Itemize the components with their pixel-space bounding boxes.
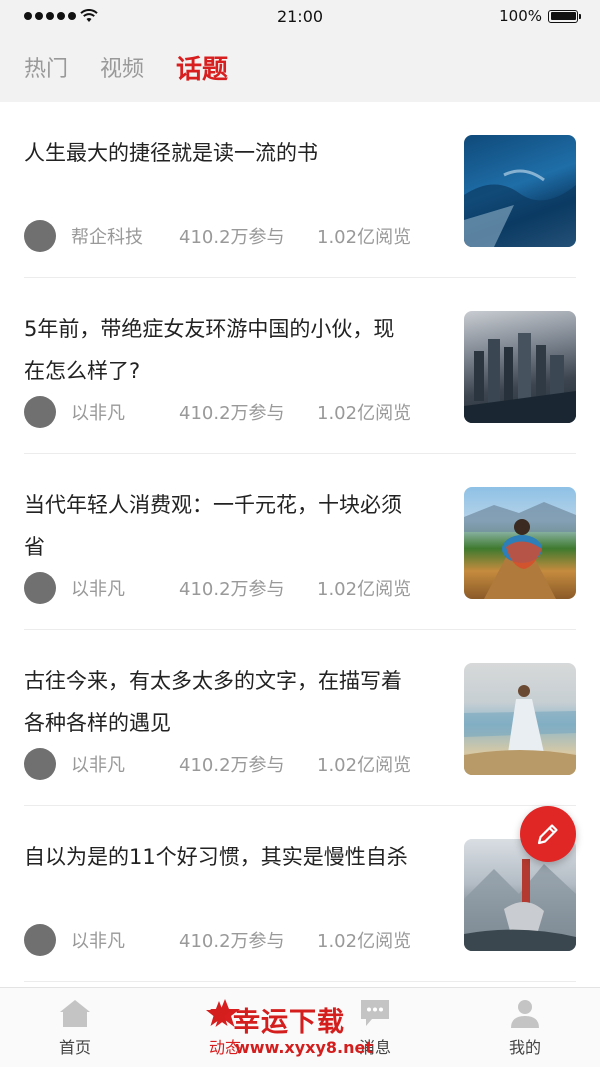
status-bar: 21:00 100% bbox=[0, 0, 600, 32]
avatar bbox=[24, 572, 56, 604]
nav-home-label: 首页 bbox=[58, 1037, 91, 1057]
topic-participants: 410.2万参与 bbox=[179, 227, 285, 248]
topic-title: 5年前，带绝症女友环游中国的小伙，现在怎么样了? bbox=[24, 317, 395, 383]
topic-meta: 以非凡 410.2万参与 1.02亿阅览 bbox=[24, 748, 411, 780]
topic-title: 自以为是的11个好习惯，其实是慢性自杀 bbox=[24, 845, 408, 869]
nav-profile-label: 我的 bbox=[508, 1037, 541, 1057]
woman-on-bridge-photo bbox=[464, 487, 576, 599]
topic-item[interactable]: 5年前，带绝症女友环游中国的小伙，现在怎么样了? 以非凡 410.2万参与 1.… bbox=[0, 278, 600, 454]
topic-title: 人生最大的捷径就是读一流的书 bbox=[24, 141, 318, 165]
topic-participants: 410.2万参与 bbox=[179, 403, 285, 424]
topic-list: 人生最大的捷径就是读一流的书 帮企科技 410.2万参与 1.02亿阅览 5年前… bbox=[0, 102, 600, 982]
bottom-nav: 首页 动态 消息 我的 bbox=[0, 987, 600, 1067]
battery-group: 100% bbox=[499, 7, 581, 25]
topic-meta: 帮企科技 410.2万参与 1.02亿阅览 bbox=[24, 220, 411, 252]
topic-author: 以非凡 bbox=[71, 579, 125, 600]
topic-participants: 410.2万参与 bbox=[179, 755, 285, 776]
top-tabs: 热门 视频 话题 bbox=[0, 32, 600, 102]
topic-author: 帮企科技 bbox=[71, 227, 143, 248]
signal-group bbox=[24, 9, 98, 23]
home-icon bbox=[60, 999, 90, 1027]
topic-participants: 410.2万参与 bbox=[179, 931, 285, 952]
topic-views: 1.02亿阅览 bbox=[317, 579, 412, 600]
compose-button[interactable] bbox=[520, 806, 576, 862]
topic-views: 1.02亿阅览 bbox=[317, 755, 412, 776]
signal-strength-icon bbox=[24, 12, 76, 20]
avatar bbox=[24, 396, 56, 428]
nav-home[interactable]: 首页 bbox=[0, 988, 150, 1067]
nav-profile[interactable]: 我的 bbox=[450, 988, 600, 1067]
topic-title: 当代年轻人消费观：一千元花，十块必须省 bbox=[24, 493, 402, 559]
pencil-icon bbox=[537, 824, 558, 845]
tab-topics[interactable]: 话题 bbox=[176, 49, 228, 86]
message-icon bbox=[361, 999, 389, 1026]
battery-icon bbox=[548, 9, 581, 23]
topic-author: 以非凡 bbox=[71, 755, 125, 776]
woman-at-beach-photo bbox=[464, 663, 576, 775]
topic-item[interactable]: 当代年轻人消费观：一千元花，十块必须省 以非凡 410.2万参与 1.02亿阅览 bbox=[0, 454, 600, 630]
topic-title: 古往今来，有太多太多的文字，在描写着各种各样的遇见 bbox=[24, 669, 402, 735]
nav-feed-label: 动态 bbox=[208, 1037, 241, 1057]
topic-item[interactable]: 古往今来，有太多太多的文字，在描写着各种各样的遇见 以非凡 410.2万参与 1… bbox=[0, 630, 600, 806]
topic-views: 1.02亿阅览 bbox=[317, 403, 412, 424]
tab-video[interactable]: 视频 bbox=[100, 51, 144, 83]
avatar bbox=[24, 924, 56, 956]
topic-meta: 以非凡 410.2万参与 1.02亿阅览 bbox=[24, 924, 411, 956]
user-icon bbox=[511, 999, 539, 1028]
topic-author: 以非凡 bbox=[71, 931, 125, 952]
city-skyline-photo bbox=[464, 311, 576, 423]
battery-percent: 100% bbox=[499, 7, 542, 25]
topic-author: 以非凡 bbox=[71, 403, 125, 424]
avatar bbox=[24, 748, 56, 780]
star-icon bbox=[210, 998, 240, 1027]
blue-glacier-photo bbox=[464, 135, 576, 247]
nav-feed[interactable]: 动态 bbox=[150, 988, 300, 1067]
nav-messages[interactable]: 消息 bbox=[300, 988, 450, 1067]
avatar bbox=[24, 220, 56, 252]
topic-item[interactable]: 人生最大的捷径就是读一流的书 帮企科技 410.2万参与 1.02亿阅览 bbox=[0, 102, 600, 278]
topic-meta: 以非凡 410.2万参与 1.02亿阅览 bbox=[24, 396, 411, 428]
wifi-icon bbox=[80, 9, 98, 22]
topic-participants: 410.2万参与 bbox=[179, 579, 285, 600]
topic-item[interactable]: 自以为是的11个好习惯，其实是慢性自杀 以非凡 410.2万参与 1.02亿阅览 bbox=[0, 806, 600, 982]
topic-meta: 以非凡 410.2万参与 1.02亿阅览 bbox=[24, 572, 411, 604]
tab-hot[interactable]: 热门 bbox=[24, 51, 68, 83]
nav-messages-label: 消息 bbox=[358, 1037, 391, 1057]
topic-views: 1.02亿阅览 bbox=[317, 931, 412, 952]
topic-views: 1.02亿阅览 bbox=[317, 227, 412, 248]
